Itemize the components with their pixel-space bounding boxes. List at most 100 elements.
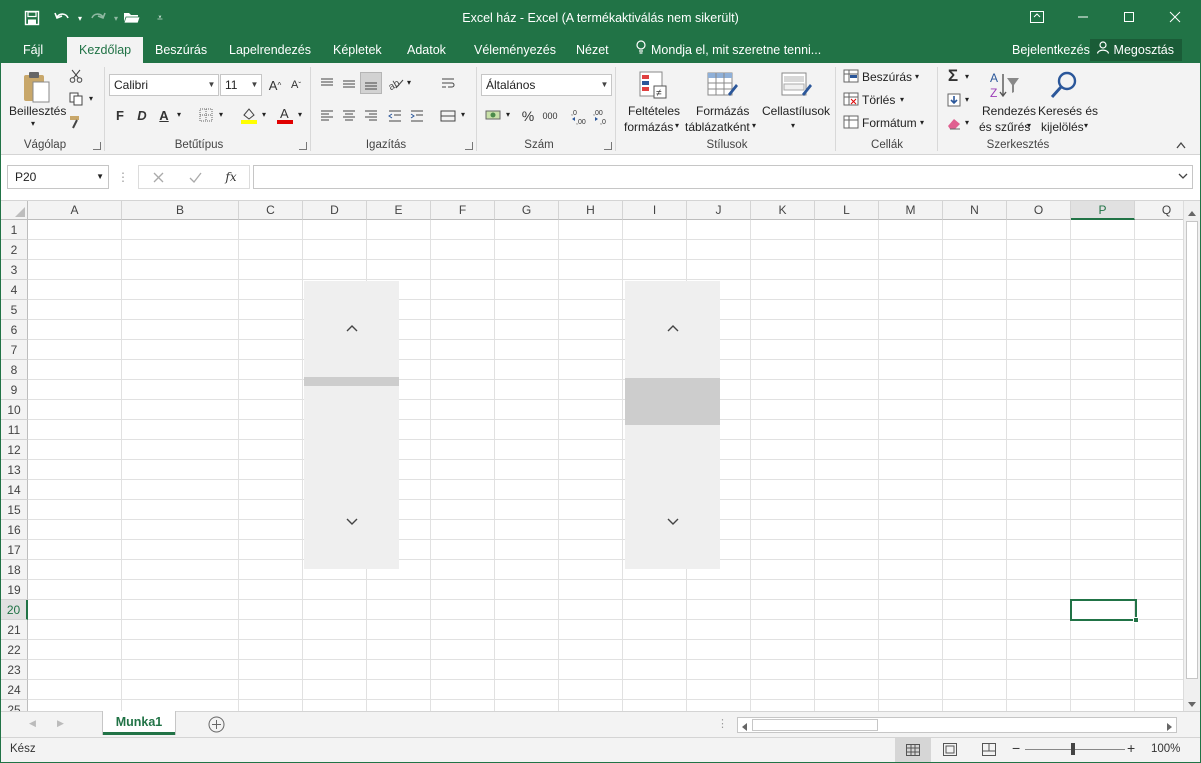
row-header-7[interactable]: 7 [1, 340, 28, 360]
find-select-dropdown-icon[interactable]: ▾ [1084, 121, 1088, 130]
font-dialog-launcher[interactable] [299, 142, 307, 150]
row-header-3[interactable]: 3 [1, 260, 28, 280]
column-header-c[interactable]: C [239, 201, 303, 220]
cell-styles-label[interactable]: Cellastílusok [762, 104, 830, 118]
font-size-combo[interactable]: 11 ▼ [220, 74, 262, 96]
underline-dropdown-icon[interactable]: ▾ [177, 110, 181, 119]
orientation-dropdown-icon[interactable]: ▾ [407, 78, 411, 87]
comma-style-button[interactable]: 000 [540, 107, 560, 125]
more-options-icon[interactable]: ⋮ [117, 169, 129, 185]
column-header-j[interactable]: J [687, 201, 751, 220]
tab-file[interactable]: Fájl [11, 37, 55, 63]
merge-dropdown-icon[interactable]: ▾ [461, 110, 465, 119]
cell-styles-dropdown-icon[interactable]: ▾ [791, 121, 795, 130]
enter-icon[interactable] [186, 169, 204, 185]
scroll-tabs-left-icon[interactable]: ◀ [29, 718, 36, 729]
align-bottom-icon[interactable] [360, 72, 382, 94]
find-select-label-2[interactable]: kijelölés [1041, 120, 1084, 134]
chevron-right-icon[interactable] [1166, 721, 1174, 735]
column-header-d[interactable]: D [303, 201, 367, 220]
tab-split-handle-icon[interactable]: ⋮ [717, 717, 728, 730]
format-cells-icon[interactable] [842, 114, 860, 130]
page-layout-view-icon[interactable] [943, 743, 957, 759]
insert-function-icon[interactable]: fx [221, 168, 241, 186]
align-top-icon[interactable] [318, 74, 336, 92]
column-header-k[interactable]: K [751, 201, 815, 220]
row-header-5[interactable]: 5 [1, 300, 28, 320]
insert-cells-icon[interactable] [842, 68, 860, 84]
column-header-m[interactable]: M [879, 201, 943, 220]
tab-data[interactable]: Adatok [395, 37, 458, 63]
row-header-6[interactable]: 6 [1, 320, 28, 340]
scrollbar-thumb[interactable] [625, 378, 720, 425]
row-header-11[interactable]: 11 [1, 420, 28, 440]
column-header-i[interactable]: I [623, 201, 687, 220]
font-color-icon[interactable]: A [275, 105, 295, 125]
clipboard-dialog-launcher[interactable] [93, 142, 101, 150]
tell-me-box[interactable]: Mondja el, mit szeretne tenni... [623, 37, 833, 63]
row-header-18[interactable]: 18 [1, 560, 28, 580]
fill-color-dropdown-icon[interactable]: ▾ [262, 110, 266, 119]
chevron-left-icon[interactable] [740, 721, 748, 735]
row-header-22[interactable]: 22 [1, 640, 28, 660]
underline-button[interactable]: A [155, 106, 173, 124]
copy-icon[interactable] [67, 90, 85, 108]
cut-icon[interactable] [67, 67, 85, 85]
maximize-icon[interactable] [1106, 1, 1152, 33]
chevron-up-icon[interactable] [304, 319, 399, 335]
row-header-17[interactable]: 17 [1, 540, 28, 560]
autosum-icon[interactable]: Σ [943, 66, 963, 85]
scrollbar-control-1[interactable] [304, 281, 399, 569]
borders-dropdown-icon[interactable]: ▾ [219, 110, 223, 119]
chevron-down-icon[interactable] [304, 513, 399, 529]
bold-button[interactable]: F [111, 106, 129, 124]
align-middle-icon[interactable] [340, 74, 358, 92]
accounting-format-icon[interactable] [484, 106, 504, 124]
delete-cells-label[interactable]: Törlés [862, 93, 895, 107]
clear-dropdown-icon[interactable]: ▾ [965, 118, 969, 127]
italic-button[interactable]: D [133, 106, 151, 124]
column-header-g[interactable]: G [495, 201, 559, 220]
column-header-l[interactable]: L [815, 201, 879, 220]
column-header-h[interactable]: H [559, 201, 623, 220]
font-color-dropdown-icon[interactable]: ▾ [298, 110, 302, 119]
paste-icon[interactable] [19, 69, 53, 105]
format-as-table-label-1[interactable]: Formázás [696, 104, 749, 118]
zoom-slider[interactable] [1025, 749, 1125, 750]
page-break-preview-icon[interactable] [982, 743, 996, 759]
row-header-25[interactable]: 25 [1, 700, 28, 711]
format-cells-dropdown-icon[interactable]: ▾ [920, 118, 924, 127]
normal-view-icon[interactable] [895, 738, 931, 762]
format-cells-label[interactable]: Formátum [862, 116, 917, 130]
scrollbar-control-2[interactable] [625, 281, 720, 569]
column-header-o[interactable]: O [1007, 201, 1071, 220]
row-header-14[interactable]: 14 [1, 480, 28, 500]
row-header-21[interactable]: 21 [1, 620, 28, 640]
row-header-23[interactable]: 23 [1, 660, 28, 680]
active-cell[interactable] [1070, 599, 1137, 621]
decrease-font-icon[interactable]: Aˇ [287, 76, 305, 94]
autosum-dropdown-icon[interactable]: ▾ [965, 72, 969, 81]
cancel-icon[interactable] [149, 169, 167, 185]
tab-page-layout[interactable]: Lapelrendezés [217, 37, 323, 63]
align-right-icon[interactable] [362, 107, 380, 125]
share-button[interactable]: Megosztás [1089, 39, 1182, 61]
row-header-15[interactable]: 15 [1, 500, 28, 520]
tab-formulas[interactable]: Képletek [321, 37, 394, 63]
scrollbar-thumb[interactable] [304, 377, 399, 386]
percent-style-button[interactable]: % [519, 107, 537, 125]
decrease-indent-icon[interactable] [386, 107, 404, 125]
column-header-f[interactable]: F [431, 201, 495, 220]
number-format-combo[interactable]: Általános ▼ [481, 74, 612, 96]
sort-filter-icon[interactable]: AZ [987, 69, 1021, 101]
zoom-out-icon[interactable]: − [1012, 740, 1020, 756]
row-header-8[interactable]: 8 [1, 360, 28, 380]
zoom-level[interactable]: 100% [1151, 743, 1180, 755]
chevron-up-icon[interactable] [1187, 206, 1197, 220]
row-header-19[interactable]: 19 [1, 580, 28, 600]
column-header-p[interactable]: P [1071, 201, 1135, 220]
find-select-label-1[interactable]: Keresés és [1038, 104, 1098, 118]
column-header-b[interactable]: B [122, 201, 239, 220]
align-left-icon[interactable] [318, 107, 336, 125]
sort-filter-dropdown-icon[interactable]: ▾ [1027, 121, 1031, 130]
